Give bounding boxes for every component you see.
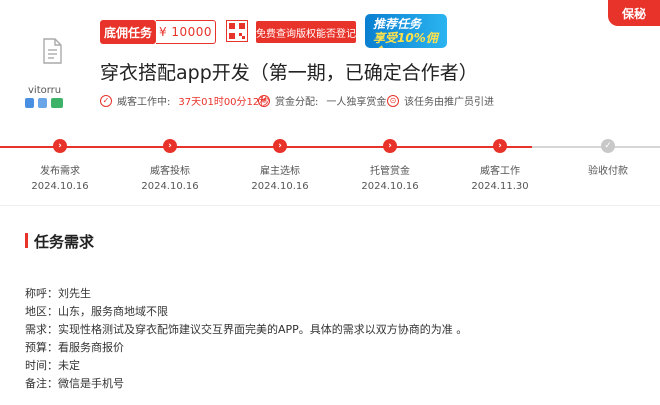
- step-label: 发布需求: [40, 166, 80, 177]
- progress-step: › 发布需求 2024.10.16: [15, 139, 105, 192]
- task-type-tag: 底佣任务: [100, 20, 156, 44]
- check-icon: ✓: [601, 139, 615, 153]
- step-label: 验收付款: [588, 166, 628, 177]
- chevron-right-icon: ›: [493, 139, 507, 153]
- work-status: ✓ 威客工作中: 37天01时00分12秒: [100, 93, 269, 108]
- document-icon: [43, 38, 62, 64]
- progress-step: › 威客工作 2024.11.30: [455, 139, 545, 192]
- id-verified-icon: [25, 98, 34, 108]
- promo-banner[interactable]: 推荐任务 享受10%佣金: [365, 14, 447, 48]
- copyright-check-button[interactable]: 免费查询版权能否登记: [256, 21, 356, 43]
- step-label: 雇主选标: [260, 166, 300, 177]
- reward-label: 赏金分配:: [275, 97, 319, 108]
- section-title: 任务需求: [34, 233, 95, 251]
- step-label: 威客投标: [150, 166, 190, 177]
- progress-step: › 托管赏金 2024.10.16: [345, 139, 435, 192]
- yen-circle-icon: ¥: [258, 94, 270, 107]
- step-date: 2024.10.16: [141, 181, 199, 192]
- bank-verified-icon: [51, 98, 63, 108]
- qr-code-icon[interactable]: [226, 20, 248, 42]
- work-status-label: 威客工作中:: [117, 97, 171, 108]
- requirement-line: 预算：看服务商报价: [25, 341, 124, 354]
- task-source-text: 该任务由推广员引进: [404, 97, 494, 108]
- step-date: 2024.10.16: [31, 181, 89, 192]
- promo-line-2: 享受10%佣金: [373, 31, 438, 48]
- username[interactable]: vitorru: [28, 85, 61, 96]
- step-date: 2024.11.30: [471, 181, 529, 192]
- chevron-right-icon: ›: [383, 139, 397, 153]
- task-source: ⊙ 该任务由推广员引进: [387, 93, 494, 108]
- check-circle-icon: ✓: [100, 94, 112, 107]
- chevron-right-icon: ›: [273, 139, 287, 153]
- progress-step: › 威客投标 2024.10.16: [125, 139, 215, 192]
- requirement-line: 称呼：刘先生: [25, 287, 91, 300]
- requirement-line: 需求：实现性格测试及穿衣配饰建议交互界面完美的APP。具体的需求以双方协商的为准…: [25, 323, 468, 336]
- reward-value: 一人独享赏金: [326, 97, 387, 108]
- task-title: 穿衣搭配app开发（第一期，已确定合作者）: [100, 62, 478, 84]
- promo-line-1: 推荐任务: [373, 17, 422, 31]
- corner-ribbon: 保秘: [608, 0, 660, 26]
- requirement-line: 备注：微信是手机号: [25, 377, 124, 390]
- task-amount: ¥ 10000: [156, 20, 216, 44]
- link-circle-icon: ⊙: [387, 94, 399, 107]
- user-badges: [25, 98, 63, 108]
- step-label: 托管赏金: [370, 166, 410, 177]
- requirement-line: 地区：山东，服务商地域不限: [25, 305, 168, 318]
- requirement-line: 时间：未定: [25, 359, 80, 372]
- progress-step: › 雇主选标 2024.10.16: [235, 139, 325, 192]
- progress-step: ✓ 验收付款: [563, 139, 653, 181]
- reward-distribution: ¥ 赏金分配: 一人独享赏金: [258, 93, 386, 108]
- chevron-right-icon: ›: [53, 139, 67, 153]
- chevron-right-icon: ›: [163, 139, 177, 153]
- step-date: 2024.10.16: [361, 181, 419, 192]
- countdown-timer: 37天01时00分12秒: [178, 97, 270, 108]
- phone-verified-icon: [38, 98, 47, 108]
- step-label: 威客工作: [480, 166, 520, 177]
- step-date: 2024.10.16: [251, 181, 309, 192]
- divider: [0, 205, 660, 206]
- section-accent-bar: [25, 233, 28, 248]
